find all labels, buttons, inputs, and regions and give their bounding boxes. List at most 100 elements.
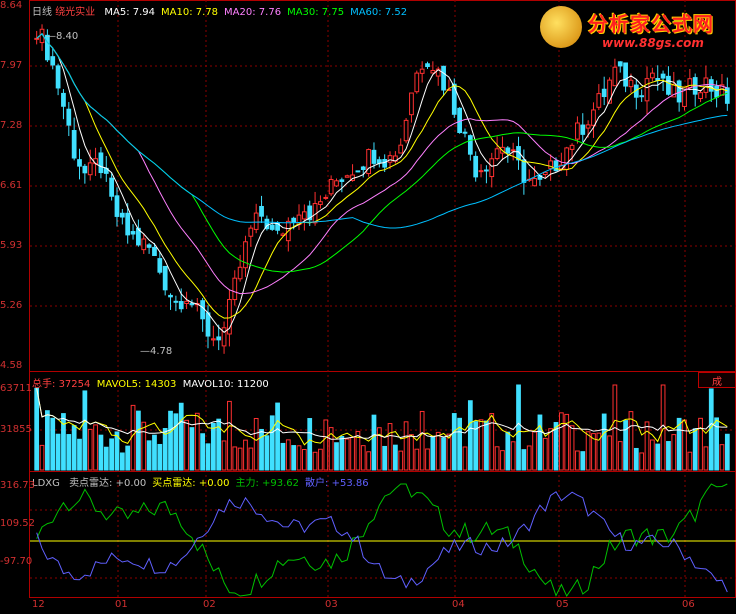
candle [323,196,329,199]
candle [569,144,575,150]
volume-bar [323,419,329,471]
volume-bar [419,410,425,471]
volume-bar [628,411,634,471]
main-force-line [36,483,728,598]
candle [162,265,168,291]
candle [269,224,275,230]
volume-bar [173,413,179,471]
high-price-label: —8.40 [46,31,79,42]
volume-bar [119,452,125,471]
volume-bar [393,444,398,471]
candle [82,165,88,174]
candle [232,277,238,301]
volume-bar [339,436,345,471]
volume-bar [103,446,109,471]
candle [644,78,650,102]
stock-name: 绕光实业 [55,7,96,18]
candle [532,178,537,187]
candle [98,152,104,174]
candle [601,88,607,98]
volume-bar [655,443,661,471]
volume-bar [532,431,537,471]
volume-bar [264,435,270,471]
volume-bar [109,438,115,471]
volume-bar [719,444,725,471]
price-header: 日线 绕光实业 MA5: 7.94 MA10: 7.78 MA20: 7.76 MA3… [32,3,407,18]
price-ytick: 7.97 [0,60,23,71]
volume-bar [687,451,693,471]
price-ytick: 5.93 [0,240,23,251]
volume-bar [639,452,645,471]
volume-bar [98,434,104,471]
volume-toggle-button[interactable]: 成 [698,372,736,388]
volume-bar [152,434,157,471]
volume-bar [82,390,88,471]
volume-bar [269,415,275,471]
candle [666,75,671,95]
candle [617,61,623,67]
x-axis-label: 03 [325,599,338,610]
volume-bar [457,417,463,471]
volume-bar [666,441,671,471]
price-ytick: 8.64 [0,0,23,11]
price-ytick: 4.58 [0,360,23,371]
candle [130,231,136,235]
indicator-legend-3: 散户: +53.86 [305,478,369,489]
mavol10-value: 11200 [236,379,269,390]
candle [387,155,393,163]
candle [580,124,586,135]
volume-bar [601,413,607,471]
period-label[interactable]: 日线 [32,7,52,18]
volume-bar [275,402,280,471]
candle [623,62,628,87]
candle [403,119,409,142]
volume-bar [248,447,254,471]
volume-bar [671,434,677,471]
candle [462,131,468,134]
volume-bar [510,441,516,471]
candle [50,56,56,66]
volume-bar [494,446,500,471]
volume-bar [334,442,339,471]
candle [291,217,297,223]
ma-legend-2: MA20: 7.76 [224,7,282,18]
volume-bar [136,410,141,471]
candle [168,294,173,298]
candle [376,159,382,164]
candle [441,65,446,91]
candle [585,124,591,129]
volume-bar [243,439,248,471]
indicator-ytick-low: -97.70 [0,556,33,567]
candle [205,312,211,337]
indicator-name: LDXG [32,478,60,489]
low-price-label: —4.78 [140,346,173,357]
candle [210,338,216,341]
volume-bar [430,436,436,471]
candle [564,147,570,170]
volume-bar [200,433,206,471]
candle [109,177,115,197]
volume-bar [210,422,216,471]
volume-bar [34,387,40,471]
ma-legend-3: MA30: 7.75 [287,7,345,18]
volume-bar [232,446,238,471]
candle [216,336,222,341]
volume-bar [387,423,393,471]
volume-bar [558,412,564,471]
volume-bar [259,428,264,471]
volume-bar [146,440,152,471]
site-logo[interactable]: 分析家公式网 www.88gs.com [540,4,730,54]
volume-bar [484,420,489,471]
volume-bar [708,388,714,471]
candle [596,93,602,108]
volume-ytick-mid: 31855 [0,424,32,435]
volume-bar [425,448,430,471]
indicator-legend-1: 买点雷达: +0.00 [152,478,230,489]
candle [398,144,404,154]
volume-bar [649,439,655,471]
price-chart[interactable] [0,0,736,614]
candle [152,246,157,256]
volume-bar [360,445,366,471]
volume-bar [296,445,302,471]
mavol5-label: MAVOL5: [96,379,142,390]
